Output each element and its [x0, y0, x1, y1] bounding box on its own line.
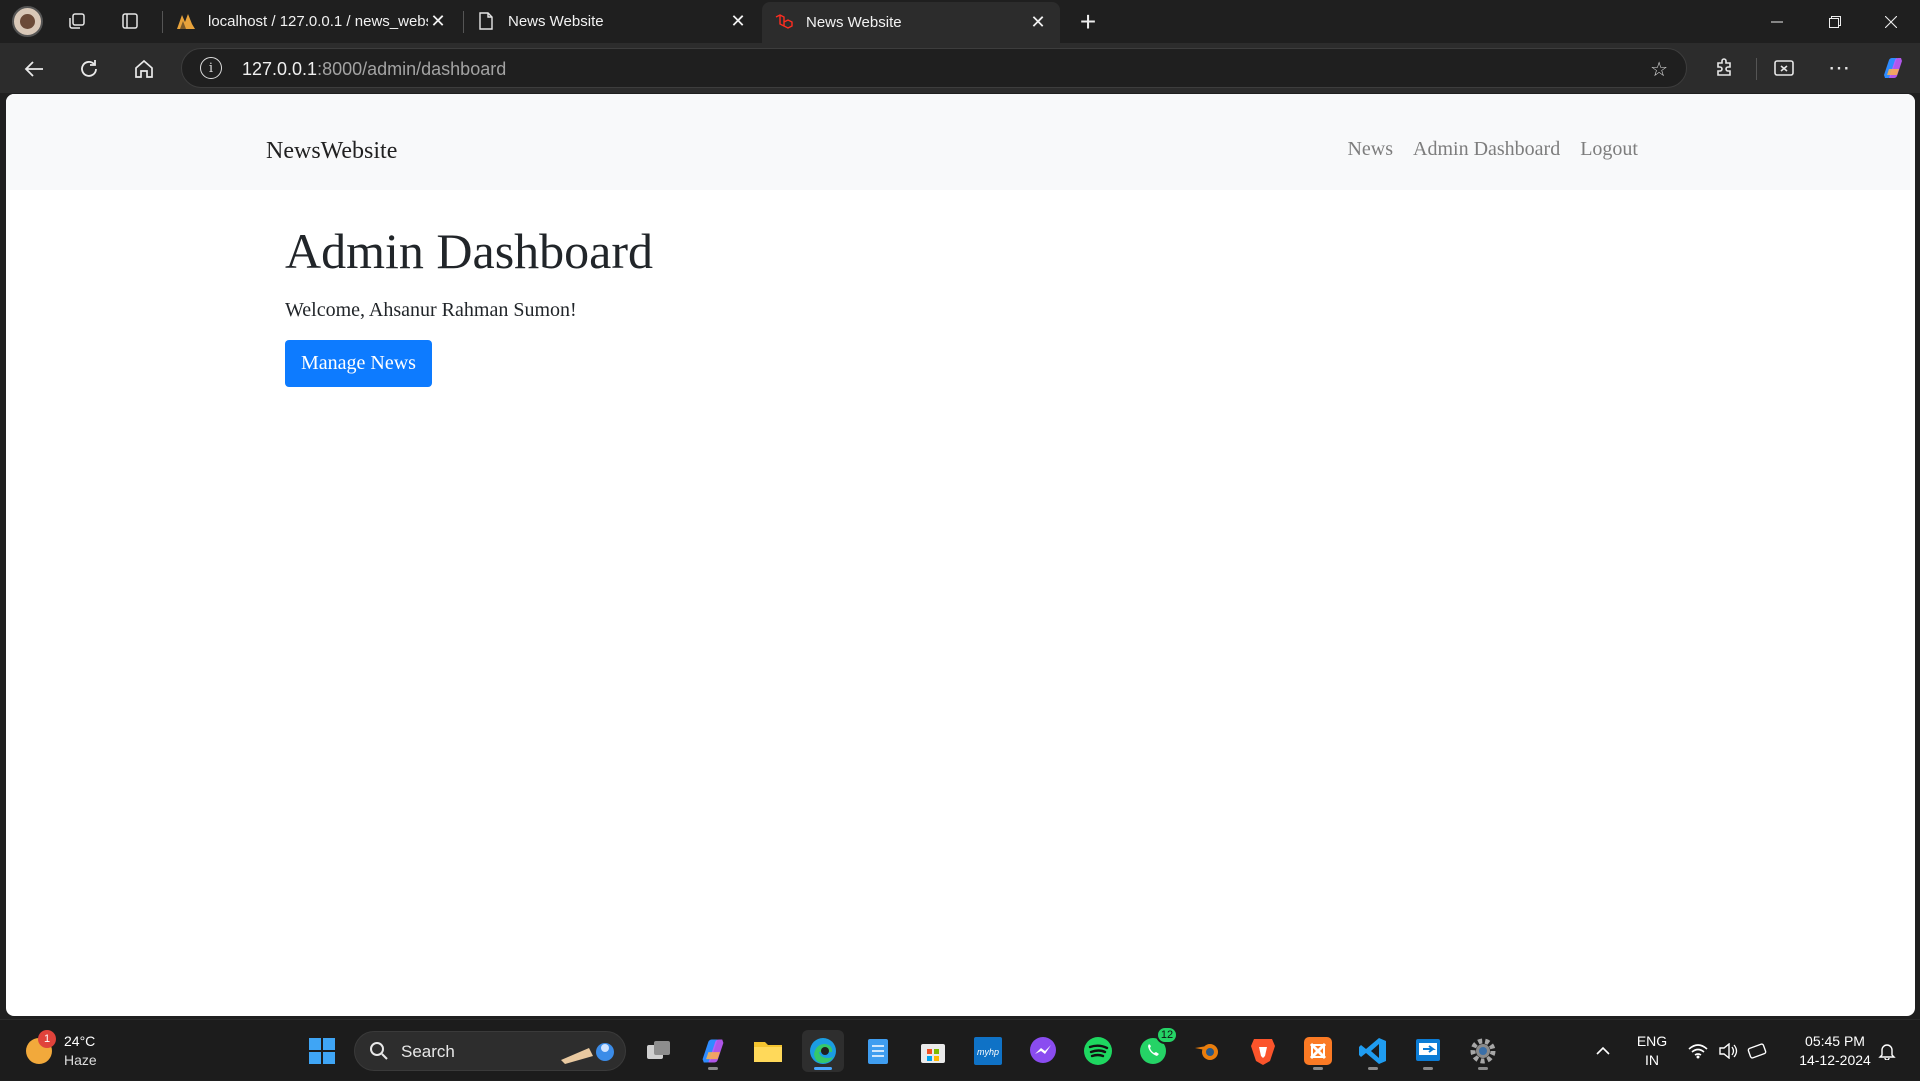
taskbar: 1 24°C Haze Search myhp 12 ENG IN 05:45 …	[0, 1019, 1920, 1080]
toolbar-separator	[1756, 58, 1757, 80]
profile-avatar[interactable]	[12, 6, 43, 37]
address-bar[interactable]: i 127.0.0.1:8000/admin/dashboard ☆	[181, 48, 1687, 88]
running-indicator	[1478, 1067, 1488, 1070]
battery-icon[interactable]	[1744, 1020, 1772, 1081]
search-label: Search	[401, 1042, 455, 1061]
web-viewport: NewsWebsite News Admin Dashboard Logout …	[6, 94, 1915, 1016]
tab-actions-icon[interactable]	[115, 6, 145, 36]
restore-button[interactable]	[1806, 0, 1864, 43]
close-tab-icon[interactable]: ✕	[1028, 12, 1048, 33]
search-highlight-icon	[561, 1043, 614, 1064]
task-view-icon[interactable]	[638, 1030, 680, 1072]
file-explorer-icon[interactable]	[747, 1030, 789, 1072]
page-title: Admin Dashboard	[285, 223, 653, 279]
browser-toolbar: i 127.0.0.1:8000/admin/dashboard ☆ ⋯	[0, 43, 1920, 93]
weather-temp: 24°C	[64, 1033, 96, 1049]
site-navbar: NewsWebsite News Admin Dashboard Logout	[6, 94, 1915, 190]
avatar-icon	[20, 14, 35, 29]
welcome-message: Welcome, Ahsanur Rahman Sumon!	[285, 299, 577, 321]
volume-icon[interactable]	[1714, 1020, 1742, 1081]
brave-icon[interactable]	[1242, 1030, 1284, 1072]
tab-news-website-active[interactable]: News Website ✕	[762, 2, 1060, 43]
main-content: Admin Dashboard Welcome, Ahsanur Rahman …	[285, 224, 653, 387]
tab-news-website[interactable]: News Website ✕	[464, 2, 760, 40]
laravel-icon	[774, 13, 794, 33]
clock-time: 05:45 PM	[1805, 1032, 1865, 1049]
running-indicator	[1313, 1067, 1323, 1070]
more-options-icon[interactable]: ⋯	[1823, 52, 1855, 84]
running-indicator	[1423, 1067, 1433, 1070]
tab-phpmyadmin[interactable]: localhost / 127.0.0.1 / news_website ✕	[164, 2, 460, 40]
search-icon	[370, 1042, 388, 1060]
weather-widget[interactable]: 1 24°C Haze	[20, 1030, 130, 1072]
microsoft-store-icon[interactable]	[912, 1030, 954, 1072]
favorite-star-icon[interactable]: ☆	[1650, 57, 1668, 82]
nav-link-admin-dashboard[interactable]: Admin Dashboard	[1413, 138, 1560, 161]
taskbar-search[interactable]: Search	[354, 1031, 626, 1071]
close-window-button[interactable]	[1862, 0, 1920, 43]
site-nav-links: News Admin Dashboard Logout	[1327, 138, 1638, 161]
running-indicator	[708, 1067, 718, 1070]
site-brand[interactable]: NewsWebsite	[266, 138, 397, 165]
refresh-icon[interactable]	[73, 53, 105, 85]
edge-browser-icon[interactable]	[802, 1030, 844, 1072]
weather-condition: Haze	[64, 1052, 97, 1068]
nav-link-logout[interactable]: Logout	[1580, 138, 1638, 161]
whatsapp-badge: 12	[1156, 1026, 1178, 1044]
language-indicator[interactable]: ENG IN	[1630, 1020, 1674, 1081]
new-tab-button[interactable]: +	[1072, 6, 1104, 38]
workspaces-icon[interactable]	[62, 6, 92, 36]
notification-bell-icon[interactable]	[1872, 1020, 1902, 1081]
active-indicator	[814, 1067, 832, 1070]
page-icon	[476, 11, 496, 31]
running-indicator	[1368, 1067, 1378, 1070]
site-info-icon[interactable]: i	[200, 57, 222, 79]
weather-badge: 1	[38, 1030, 56, 1048]
browser-tab-bar: localhost / 127.0.0.1 / news_website ✕ N…	[0, 0, 1920, 43]
phpmyadmin-icon	[176, 11, 196, 31]
messenger-icon[interactable]	[1022, 1030, 1064, 1072]
start-button[interactable]	[301, 1030, 343, 1072]
back-arrow-icon[interactable]	[18, 53, 50, 85]
extensions-icon[interactable]	[1709, 52, 1741, 84]
copilot-icon[interactable]	[1877, 52, 1909, 84]
settings-gear-icon[interactable]	[1462, 1030, 1504, 1072]
notepad-icon[interactable]	[857, 1030, 899, 1072]
wifi-icon[interactable]	[1684, 1020, 1712, 1081]
screenshot-icon[interactable]	[1768, 52, 1800, 84]
tab-separator	[162, 11, 163, 33]
clock-date: 14-12-2024	[1799, 1051, 1871, 1068]
home-icon[interactable]	[128, 53, 160, 85]
minimize-button[interactable]	[1748, 0, 1806, 43]
blender-icon[interactable]	[1187, 1030, 1229, 1072]
show-hidden-icons-chevron-icon[interactable]	[1588, 1020, 1618, 1081]
spotify-icon[interactable]	[1077, 1030, 1119, 1072]
svg-text:myhp: myhp	[977, 1047, 999, 1057]
copilot-app-icon[interactable]	[692, 1030, 734, 1072]
close-tab-icon[interactable]: ✕	[428, 11, 448, 31]
nav-link-news[interactable]: News	[1347, 138, 1393, 161]
close-tab-icon[interactable]: ✕	[728, 11, 748, 31]
remote-desktop-icon[interactable]	[1407, 1030, 1449, 1072]
xampp-icon[interactable]	[1297, 1030, 1339, 1072]
whatsapp-icon[interactable]: 12	[1132, 1026, 1178, 1072]
url-text[interactable]: 127.0.0.1:8000/admin/dashboard	[242, 59, 506, 80]
vscode-icon[interactable]	[1352, 1030, 1394, 1072]
manage-news-button[interactable]: Manage News	[285, 340, 432, 387]
myhp-icon[interactable]: myhp	[967, 1030, 1009, 1072]
